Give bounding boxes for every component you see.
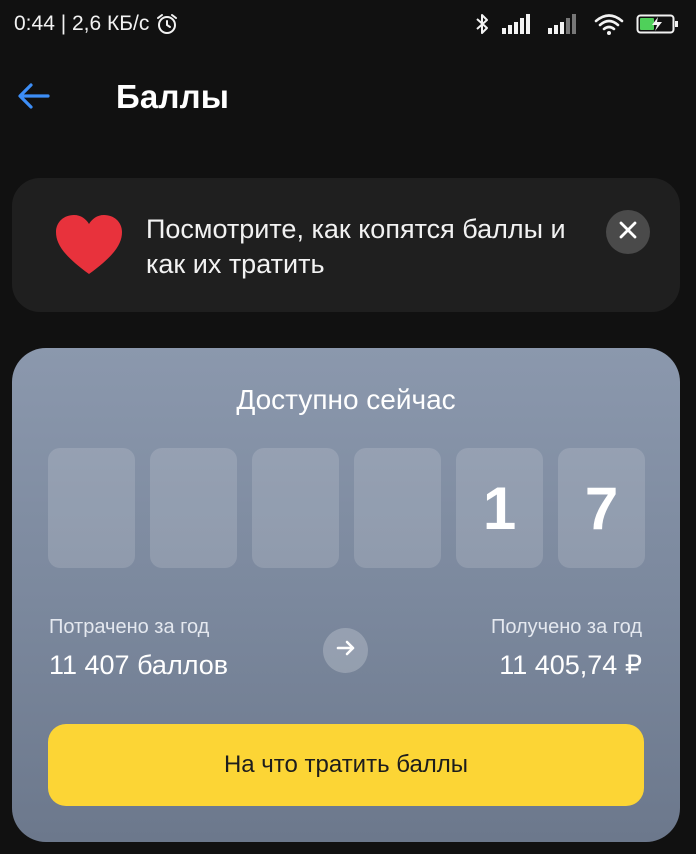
- battery-charging-icon: [636, 13, 680, 35]
- heart-icon: [54, 214, 124, 278]
- arrow-badge: [323, 628, 368, 673]
- digit-box: [48, 448, 135, 568]
- status-left: 0:44 | 2,6 КБ/с: [14, 12, 179, 36]
- digit-box: [252, 448, 339, 568]
- spend-points-button[interactable]: На что тратить баллы: [48, 724, 644, 806]
- available-title: Доступно сейчас: [236, 384, 456, 415]
- app-bar: Баллы: [0, 66, 696, 132]
- signal-icon: [502, 14, 536, 34]
- arrow-right-icon: [336, 639, 356, 662]
- earned-label: Получено за год: [490, 616, 642, 638]
- status-time-speed: 0:44 | 2,6 КБ/с: [14, 12, 150, 35]
- wifi-icon: [594, 13, 624, 35]
- spent-value: 11 407 баллов: [49, 650, 229, 680]
- digit-box: [354, 448, 441, 568]
- status-right: [474, 12, 680, 36]
- promo-close-button[interactable]: [606, 210, 650, 254]
- promo-text: Посмотрите, как копятся баллы и как их т…: [146, 214, 566, 279]
- points-card: Доступно сейчас 1 7 Потрачено за год 11 …: [12, 348, 680, 842]
- signal-weak-icon: [548, 14, 582, 34]
- digit-box: 1: [456, 448, 543, 568]
- back-button[interactable]: [14, 80, 54, 116]
- screen: 0:44 | 2,6 КБ/с Баллы Посмотрите, как ко…: [0, 0, 696, 854]
- earned-value: 11 405,74 ₽: [499, 650, 642, 680]
- close-icon: [618, 220, 638, 245]
- status-bar: 0:44 | 2,6 КБ/с: [0, 0, 696, 48]
- digit-box: [150, 448, 237, 568]
- digit-box: 7: [558, 448, 645, 568]
- page-title: Баллы: [116, 78, 230, 115]
- arrow-left-icon: [17, 82, 51, 115]
- alarm-icon: [155, 12, 179, 36]
- points-counter: 1 7: [48, 448, 645, 568]
- spent-label: Потрачено за год: [49, 616, 210, 638]
- promo-banner[interactable]: Посмотрите, как копятся баллы и как их т…: [12, 178, 680, 312]
- bluetooth-icon: [474, 12, 490, 36]
